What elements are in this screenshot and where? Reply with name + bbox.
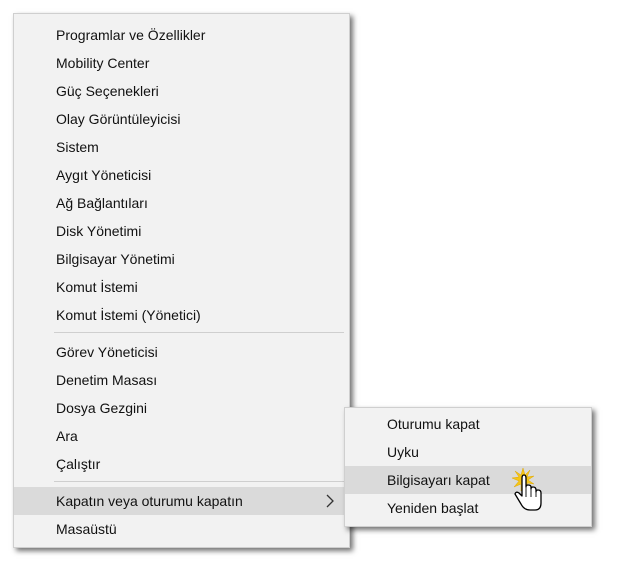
winx-context-menu: Programlar ve Özellikler Mobility Center… <box>13 13 350 548</box>
submenu-item-sign-out[interactable]: Oturumu kapat <box>345 410 591 438</box>
hand-pointer-icon <box>510 466 546 516</box>
menu-separator <box>54 332 344 333</box>
menu-item-programs-features[interactable]: Programlar ve Özellikler <box>14 21 349 49</box>
menu-item-device-manager[interactable]: Aygıt Yöneticisi <box>14 161 349 189</box>
menu-item-shutdown-signout[interactable]: Kapatın veya oturumu kapatın <box>14 487 349 515</box>
menu-item-search[interactable]: Ara <box>14 422 349 450</box>
submenu-item-restart[interactable]: Yeniden başlat <box>345 494 591 522</box>
menu-item-control-panel[interactable]: Denetim Masası <box>14 366 349 394</box>
menu-item-file-explorer[interactable]: Dosya Gezgini <box>14 394 349 422</box>
menu-item-computer-management[interactable]: Bilgisayar Yönetimi <box>14 245 349 273</box>
menu-item-run[interactable]: Çalıştır <box>14 450 349 478</box>
menu-item-desktop[interactable]: Masaüstü <box>14 515 349 543</box>
menu-item-system[interactable]: Sistem <box>14 133 349 161</box>
menu-item-command-prompt-admin[interactable]: Komut İstemi (Yönetici) <box>14 301 349 329</box>
menu-item-disk-management[interactable]: Disk Yönetimi <box>14 217 349 245</box>
menu-item-network-connections[interactable]: Ağ Bağlantıları <box>14 189 349 217</box>
submenu-item-shut-down[interactable]: Bilgisayarı kapat <box>345 466 591 494</box>
menu-item-mobility-center[interactable]: Mobility Center <box>14 49 349 77</box>
menu-item-power-options[interactable]: Güç Seçenekleri <box>14 77 349 105</box>
menu-separator <box>54 481 344 482</box>
menu-item-shutdown-label: Kapatın veya oturumu kapatın <box>56 493 243 509</box>
menu-item-command-prompt[interactable]: Komut İstemi <box>14 273 349 301</box>
shutdown-submenu: Oturumu kapat Uyku Bilgisayarı kapat Yen… <box>344 407 592 527</box>
screenshot-stage: Programlar ve Özellikler Mobility Center… <box>0 0 632 569</box>
menu-item-task-manager[interactable]: Görev Yöneticisi <box>14 338 349 366</box>
menu-item-event-viewer[interactable]: Olay Görüntüleyicisi <box>14 105 349 133</box>
submenu-item-sleep[interactable]: Uyku <box>345 438 591 466</box>
